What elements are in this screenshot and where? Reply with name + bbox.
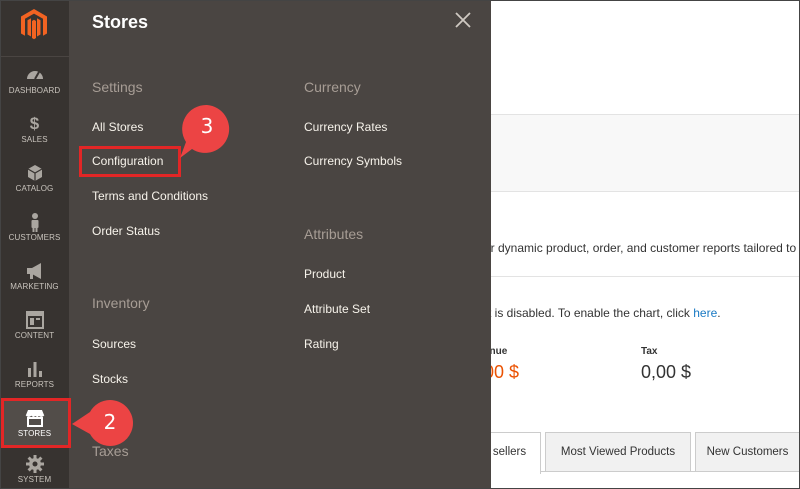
attributes-heading: Attributes xyxy=(304,226,364,242)
currency-heading: Currency xyxy=(304,79,361,95)
menu-link-stocks[interactable]: Stocks xyxy=(92,372,128,386)
nav-label: CONTENT xyxy=(14,331,55,340)
chart-disabled-text: rt is disabled. To enable the chart, cli… xyxy=(484,306,721,320)
close-icon[interactable] xyxy=(453,10,473,30)
configuration-highlight-box xyxy=(79,146,181,177)
tax-value: 0,00 $ xyxy=(641,362,692,382)
settings-heading: Settings xyxy=(92,79,143,95)
menu-link-sources[interactable]: Sources xyxy=(92,337,136,351)
nav-label: REPORTS xyxy=(14,380,55,389)
nav-item-system[interactable]: SYSTEM xyxy=(0,450,69,489)
menu-link-order-status[interactable]: Order Status xyxy=(92,224,160,238)
bar-chart-icon xyxy=(27,362,42,377)
gauge-icon xyxy=(26,71,43,80)
nav-item-customers[interactable]: CUSTOMERS xyxy=(0,205,69,251)
nav-label: SALES xyxy=(21,135,48,144)
menu-link-currency-rates[interactable]: Currency Rates xyxy=(304,120,387,134)
menu-link-terms-and-conditions[interactable]: Terms and Conditions xyxy=(92,189,208,203)
nav-label: DASHBOARD xyxy=(8,86,61,95)
dollar-icon: $ xyxy=(29,114,40,133)
menu-link-rating[interactable]: Rating xyxy=(304,337,339,351)
nav-item-catalog[interactable]: CATALOG xyxy=(0,156,69,202)
menu-link-attribute-set[interactable]: Attribute Set xyxy=(304,302,370,316)
enable-chart-link[interactable]: here xyxy=(693,306,717,320)
reports-intro-text: ur dynamic product, order, and customer … xyxy=(484,241,797,255)
flyout-title: Stores xyxy=(92,12,149,32)
callout-3-number: 3 xyxy=(200,114,214,138)
nav-item-marketing[interactable]: MARKETING xyxy=(0,254,69,300)
menu-link-product[interactable]: Product xyxy=(304,267,345,281)
inventory-heading: Inventory xyxy=(92,295,150,311)
nav-label: SYSTEM xyxy=(17,475,52,484)
nav-item-sales[interactable]: $ SALES xyxy=(0,107,69,153)
nav-separator xyxy=(0,56,69,57)
nav-label: CATALOG xyxy=(15,184,54,193)
nav-item-dashboard[interactable]: DASHBOARD xyxy=(0,58,69,104)
cube-icon xyxy=(27,165,42,181)
gear-icon xyxy=(25,455,44,473)
menu-link-all-stores[interactable]: All Stores xyxy=(92,120,143,134)
megaphone-icon xyxy=(26,263,41,279)
nav-item-content[interactable]: CONTENT xyxy=(0,303,69,349)
menu-link-currency-symbols[interactable]: Currency Symbols xyxy=(304,154,402,168)
callout-2-number: 2 xyxy=(103,410,117,434)
tab-most-viewed-products[interactable]: Most Viewed Products xyxy=(545,432,691,472)
magento-logo-icon[interactable] xyxy=(19,8,49,42)
layout-icon xyxy=(25,311,44,329)
tab-new-customers[interactable]: New Customers xyxy=(695,432,800,472)
dashboard-header-band xyxy=(491,114,800,192)
tax-label: Tax xyxy=(641,346,658,357)
divider xyxy=(491,276,800,277)
person-icon xyxy=(31,213,38,232)
nav-label: CUSTOMERS xyxy=(8,233,61,242)
nav-item-reports[interactable]: REPORTS xyxy=(0,352,69,398)
stores-highlight-box xyxy=(1,398,71,448)
nav-label: MARKETING xyxy=(10,282,59,291)
